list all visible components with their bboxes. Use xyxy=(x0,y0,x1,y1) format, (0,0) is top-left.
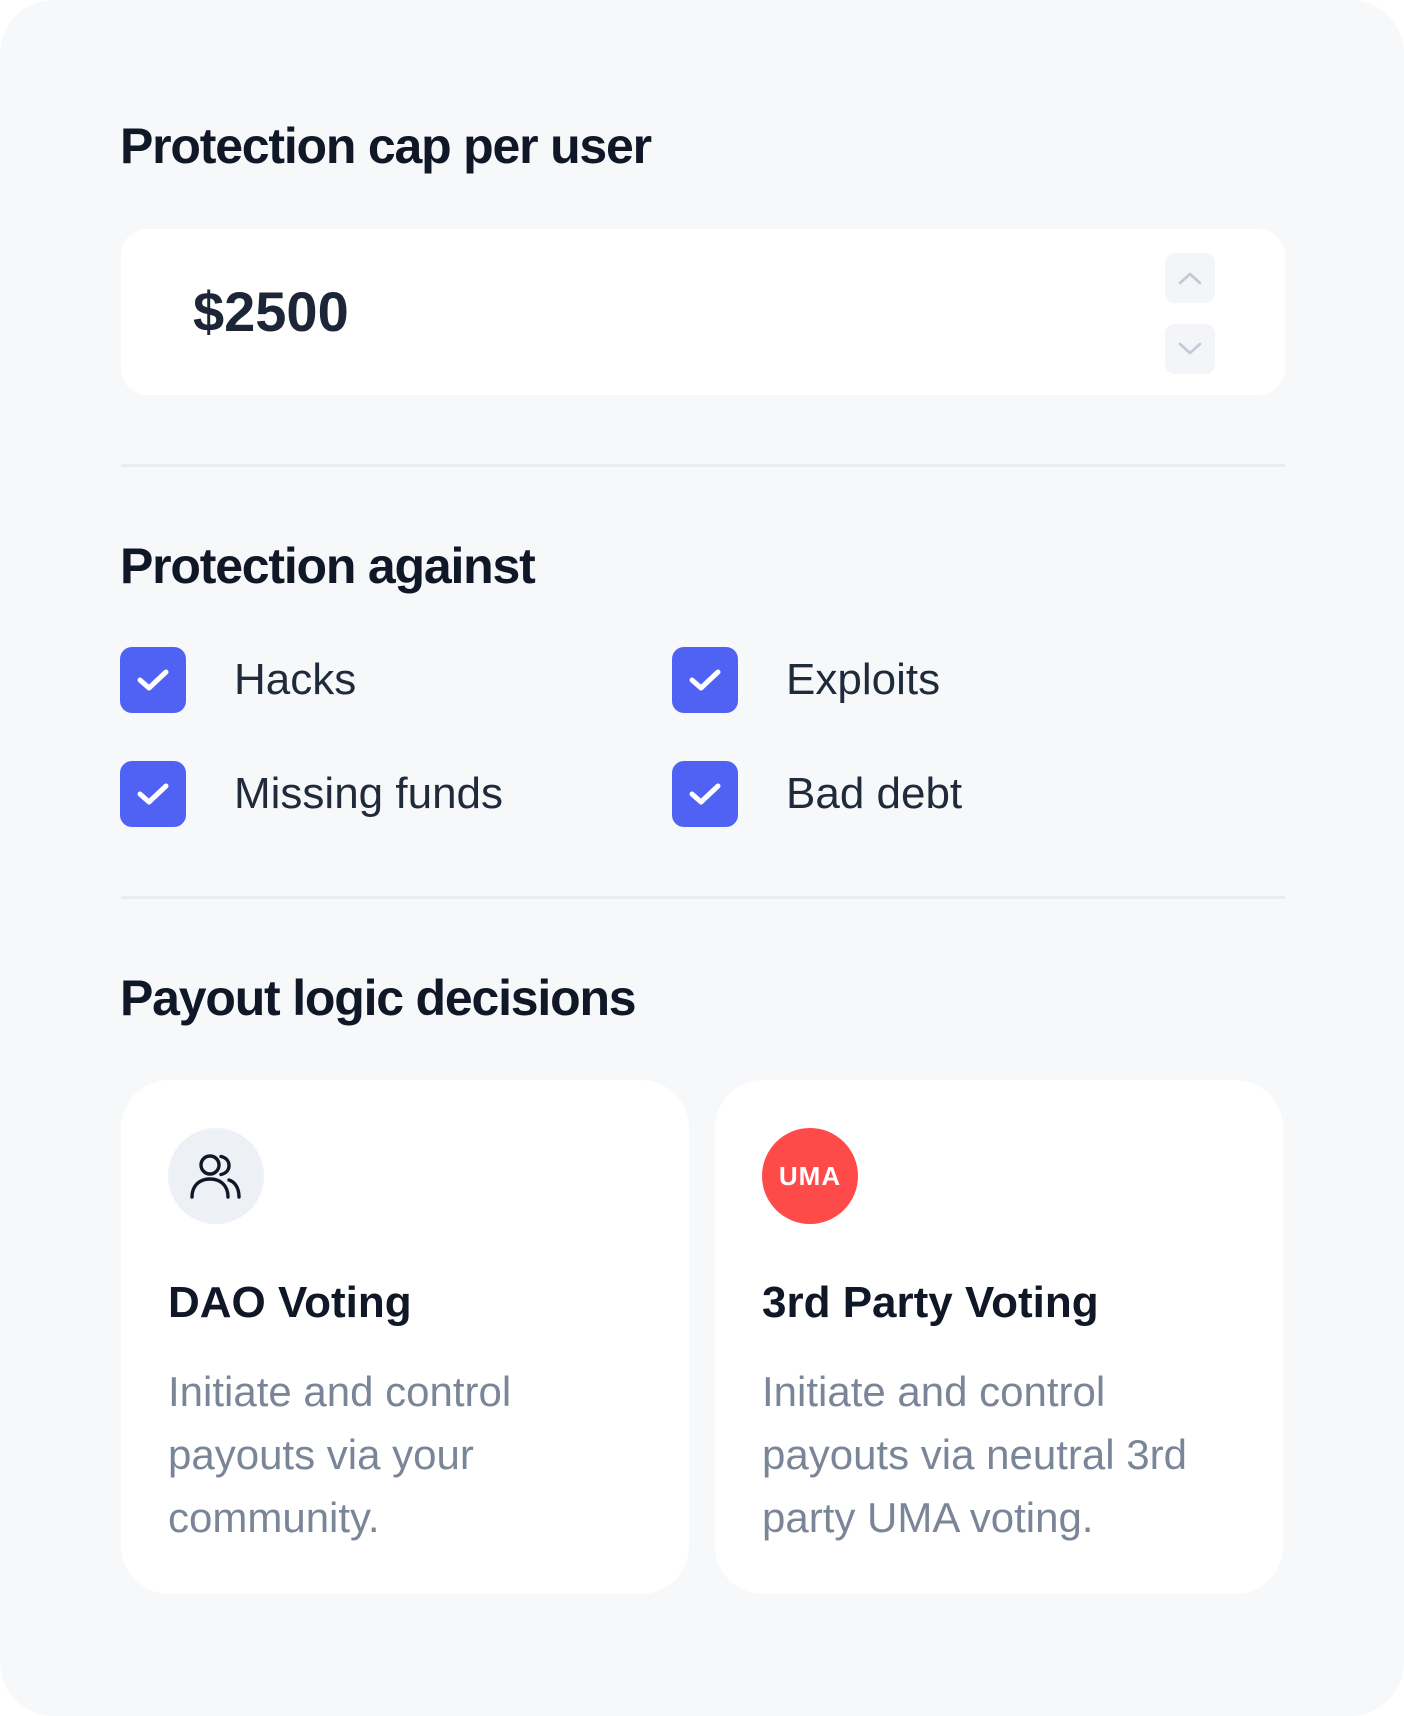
checkbox-exploits[interactable] xyxy=(672,647,738,713)
increment-button[interactable] xyxy=(1165,253,1215,303)
card-title: DAO Voting xyxy=(168,1278,412,1327)
payout-logic-title: Payout logic decisions xyxy=(120,970,637,1026)
divider xyxy=(121,896,1285,899)
checkmark-icon xyxy=(137,669,169,691)
checkbox-missing-funds[interactable] xyxy=(120,761,186,827)
settings-panel: Protection cap per user $2500 Protection… xyxy=(0,0,1404,1716)
chevron-up-icon xyxy=(1178,272,1202,285)
users-icon xyxy=(168,1128,264,1224)
card-title: 3rd Party Voting xyxy=(762,1278,1099,1327)
protection-against-title: Protection against xyxy=(120,538,536,594)
option-missing-funds[interactable]: Missing funds xyxy=(120,760,503,828)
option-exploits[interactable]: Exploits xyxy=(672,646,940,714)
card-description: Initiate and control payouts via neutral… xyxy=(762,1368,1187,1541)
option-label: Hacks xyxy=(234,655,357,704)
checkmark-icon xyxy=(137,783,169,805)
checkmark-icon xyxy=(689,669,721,691)
protection-cap-input[interactable]: $2500 xyxy=(121,229,1285,395)
protection-cap-title: Protection cap per user xyxy=(120,118,652,174)
checkmark-icon xyxy=(689,783,721,805)
card-description: Initiate and control payouts via your co… xyxy=(168,1368,512,1541)
dao-voting-card[interactable]: DAO Voting Initiate and control payouts … xyxy=(121,1080,689,1594)
option-label: Missing funds xyxy=(234,769,504,818)
third-party-voting-card[interactable]: UMA 3rd Party Voting Initiate and contro… xyxy=(715,1080,1283,1594)
option-bad-debt[interactable]: Bad debt xyxy=(672,760,962,828)
checkbox-hacks[interactable] xyxy=(120,647,186,713)
decrement-button[interactable] xyxy=(1165,324,1215,374)
option-label: Bad debt xyxy=(786,769,963,818)
option-label: Exploits xyxy=(786,655,941,704)
uma-logo-text: UMA xyxy=(778,1160,842,1191)
divider xyxy=(121,464,1285,467)
protection-cap-value[interactable]: $2500 xyxy=(193,279,349,345)
uma-logo: UMA xyxy=(762,1128,858,1224)
option-hacks[interactable]: Hacks xyxy=(120,646,356,714)
checkbox-bad-debt[interactable] xyxy=(672,761,738,827)
chevron-down-icon xyxy=(1178,342,1202,355)
